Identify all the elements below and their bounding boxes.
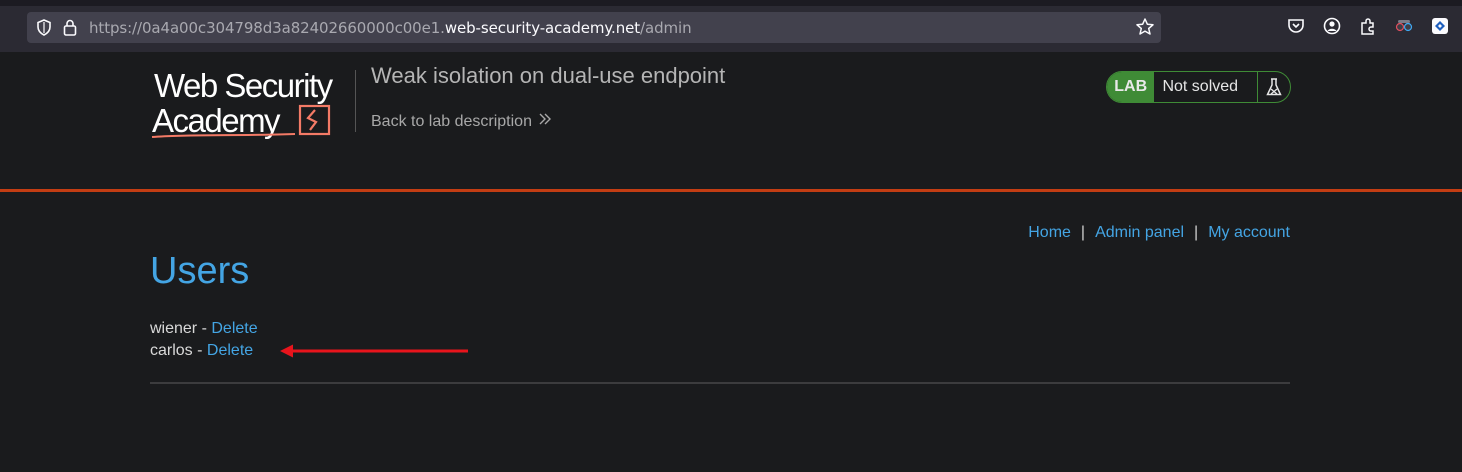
back-to-lab-description-link[interactable]: Back to lab description: [371, 112, 552, 131]
arrow-icon: [278, 343, 470, 364]
content-divider: [150, 382, 1290, 384]
svg-text:Academy: Academy: [152, 102, 281, 139]
user-separator: -: [192, 342, 207, 359]
star-icon[interactable]: [1135, 17, 1155, 42]
tab-strip: [0, 0, 1462, 6]
nav-home-link[interactable]: Home: [1028, 224, 1071, 241]
user-list: wiener - Delete carlos - Delete: [150, 318, 258, 362]
top-nav: Home | Admin panel | My account: [1028, 224, 1290, 242]
back-link-label: Back to lab description: [371, 113, 532, 130]
lab-title: Weak isolation on dual-use endpoint: [371, 63, 726, 88]
nav-my-account-link[interactable]: My account: [1208, 224, 1290, 241]
web-security-academy-logo[interactable]: Web Security Academy: [150, 66, 355, 142]
chevron-right-icon: [538, 113, 552, 130]
lab-badge: LAB: [1107, 72, 1155, 102]
user-row-carlos: carlos - Delete: [150, 340, 258, 362]
header-rule: [0, 189, 1462, 192]
nav-separator: |: [1080, 224, 1086, 241]
url-domain: web-security-academy.net: [444, 19, 641, 37]
nav-admin-panel-link[interactable]: Admin panel: [1095, 224, 1184, 241]
address-bar[interactable]: https://0a4a00c304798d3a82402660000c00e1…: [27, 12, 1161, 43]
url-path: /admin: [640, 19, 692, 37]
lab-status-widget: LAB Not solved: [1106, 71, 1291, 103]
extension-icon[interactable]: [1430, 16, 1450, 36]
lab-status-text: Not solved: [1162, 78, 1239, 95]
shield-icon[interactable]: [36, 19, 52, 41]
extensions-icon[interactable]: [1358, 16, 1378, 36]
header-divider: [355, 70, 356, 132]
delete-carlos-link[interactable]: Delete: [207, 342, 253, 359]
mask-icon[interactable]: [1394, 16, 1414, 36]
url-text[interactable]: https://0a4a00c304798d3a82402660000c00e1…: [89, 19, 692, 37]
lock-icon[interactable]: [63, 19, 77, 41]
page-title: Users: [150, 250, 250, 292]
user-name: wiener: [150, 320, 198, 337]
pocket-icon[interactable]: [1286, 16, 1306, 36]
user-row-wiener: wiener - Delete: [150, 318, 258, 340]
delete-wiener-link[interactable]: Delete: [211, 320, 257, 337]
account-icon[interactable]: [1322, 16, 1342, 36]
nav-separator: |: [1194, 224, 1199, 241]
browser-toolbar: https://0a4a00c304798d3a82402660000c00e1…: [0, 0, 1462, 52]
user-name: carlos: [150, 342, 193, 359]
flask-icon: [1257, 72, 1290, 102]
url-prefix: https://0a4a00c304798d3a82402660000c00e1…: [89, 19, 445, 37]
svg-text:Web Security: Web Security: [154, 67, 334, 104]
user-separator: -: [197, 320, 212, 337]
